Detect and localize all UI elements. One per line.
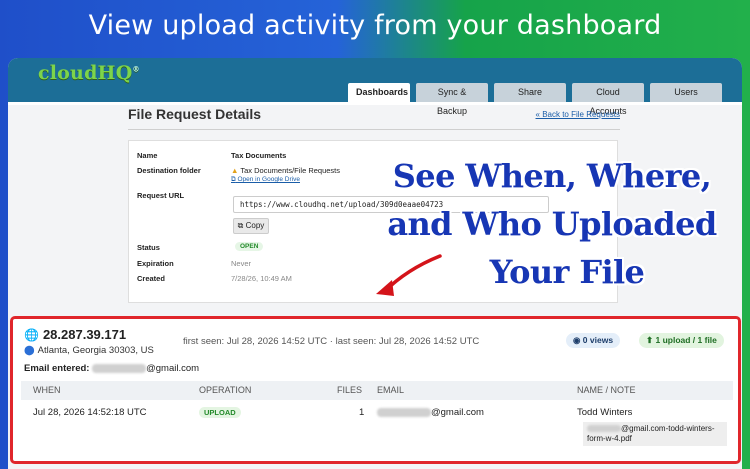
open-in-google-drive-link[interactable]: ⧉ Open in Google Drive [231,176,300,184]
row-operation: UPLOAD [199,407,241,418]
col-files: FILES [337,385,363,395]
name-value: Tax Documents [231,151,287,160]
seen-times: first seen: Jul 28, 2026 14:52 UTC · las… [183,336,480,347]
copy-icon: ⧉ [237,221,244,230]
redacted-row-email-user [377,407,431,417]
row-files: 1 [359,407,365,418]
location-value: Atlanta, Georgia 30303, US [37,345,154,356]
external-link-icon: ⧉ [231,176,236,183]
col-operation: OPERATION [199,385,252,395]
expiration-value: Never [231,259,252,268]
row-email: @gmail.com [377,407,484,418]
name-label: Name [137,151,158,160]
row-email-domain: @gmail.com [431,407,484,418]
request-url-label: Request URL [137,191,185,200]
eye-icon: ◉ [573,335,581,345]
views-badge: ◉ 0 views [566,333,621,348]
upload-activity-panel: 🌐 28.287.39.171 ⬤ Atlanta, Georgia 30303, … [10,316,741,464]
row-when: Jul 28, 2026 14:52:18 UTC [33,407,147,418]
col-when: WHEN [33,385,61,395]
logo-mark: ® [132,64,140,74]
redacted-email-user [92,363,147,373]
page-header: File Request Details « Back to File Requ… [128,106,620,128]
tab-share[interactable]: Share [494,83,566,102]
destination-folder-value: ▲ Tax Documents/File Requests [231,166,340,175]
destination-folder-label: Destination folder [137,166,201,175]
open-in-google-drive-label: Open in Google Drive [237,176,300,183]
col-email: EMAIL [377,385,405,395]
redacted-file-prefix [587,425,621,433]
top-bar: cloudHQ® Dashboards Sync & Backup Share … [8,58,742,116]
main-tabs: Dashboards Sync & Backup Share Cloud Acc… [348,83,722,116]
email-entered: Email entered: @gmail.com [24,363,199,374]
col-name-note: NAME / NOTE [577,385,636,395]
email-entered-label: Email entered: [24,363,90,374]
drive-icon: ▲ [231,166,239,175]
uploads-count: 1 upload / 1 file [655,335,717,345]
email-entered-domain: @gmail.com [146,363,200,374]
cloudhq-logo[interactable]: cloudHQ® [38,62,140,84]
upload-icon: ⬆ [646,335,654,345]
created-value: 7/28/26, 10:49 AM [231,274,292,283]
table-header: WHEN OPERATION FILES EMAIL NAME / NOTE [21,381,733,400]
tab-sync-backup[interactable]: Sync & Backup [416,83,488,116]
row-name: Todd Winters [577,407,633,418]
back-to-file-requests-link[interactable]: « Back to File Requests [536,110,620,119]
table-row: Jul 28, 2026 14:52:18 UTC UPLOAD 1 @gmai… [21,403,733,446]
expiration-label: Expiration [137,259,174,268]
tab-dashboards[interactable]: Dashboards [348,83,410,102]
copy-label: Copy [245,221,265,230]
globe-icon: 🌐 [24,328,39,342]
headline: View upload activity from your dashboard [88,10,662,41]
ip-address: 🌐 28.287.39.171 [24,327,126,342]
uploads-badge: ⬆ 1 upload / 1 file [639,333,724,348]
tab-underline [8,102,742,105]
ip-address-value: 28.287.39.171 [42,327,127,342]
destination-folder-path: Tax Documents/File Requests [240,166,341,175]
uploaded-file-name[interactable]: @gmail.com-todd-winters-form-w-4.pdf [583,422,727,446]
location: ⬤ Atlanta, Georgia 30303, US [24,345,154,356]
logo-text: cloudHQ [38,62,133,84]
status-badge: OPEN [235,242,264,251]
status-label: Status [137,243,160,252]
operation-badge: UPLOAD [199,407,241,418]
copy-button[interactable]: ⧉ Copy [233,218,269,234]
tab-cloud-accounts[interactable]: Cloud Accounts [572,83,644,116]
overlay-line-2: and Who Uploaded [387,205,717,243]
red-arrow-icon [376,254,442,296]
tab-users[interactable]: Users [650,83,722,102]
divider [128,129,620,130]
overlay-line-1: See When, Where, [392,157,712,195]
map-pin-icon: ⬤ [24,345,35,356]
created-label: Created [137,274,165,283]
views-count: 0 views [582,335,614,345]
